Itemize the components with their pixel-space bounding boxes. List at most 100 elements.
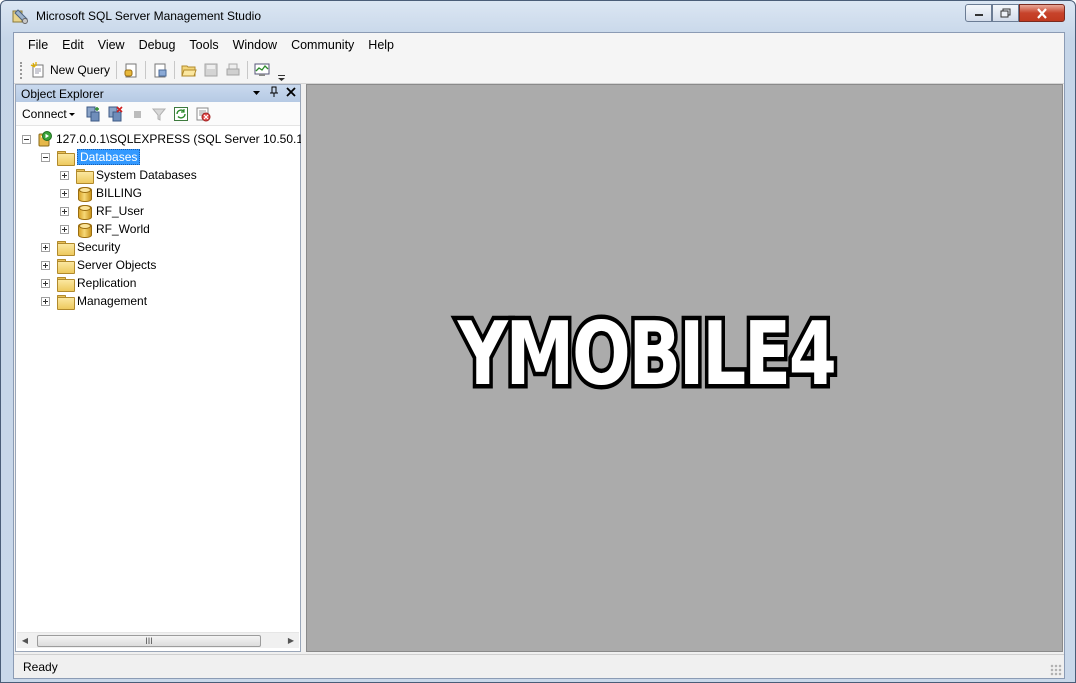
status-bar: Ready: [14, 654, 1064, 678]
menu-help[interactable]: Help: [361, 36, 401, 54]
toolbar-separator: [247, 61, 249, 79]
filter-icon[interactable]: [151, 106, 167, 122]
pin-icon: [269, 86, 278, 97]
tree-node-system-databases[interactable]: System Databases: [60, 166, 197, 184]
refresh-icon[interactable]: [173, 106, 189, 122]
client-area: File Edit View Debug Tools Window Commun…: [13, 32, 1065, 679]
window-controls: [965, 4, 1065, 22]
databases-label: Databases: [77, 149, 141, 165]
open-file-icon: [181, 65, 197, 77]
tree-node-security[interactable]: Security: [41, 238, 120, 256]
stop-icon[interactable]: [129, 106, 145, 122]
tree-node-db-billing[interactable]: BILLING: [60, 184, 142, 202]
menu-file[interactable]: File: [21, 36, 55, 54]
toolbar-separator: [145, 61, 147, 79]
database-engine-query-icon: [124, 63, 137, 78]
toolbar-separator: [174, 61, 176, 79]
tree-node-server-objects[interactable]: Server Objects: [41, 256, 156, 274]
expand-toggle[interactable]: [60, 170, 69, 180]
connect-dropdown[interactable]: Connect: [22, 107, 67, 121]
object-explorer-tree: 127.0.0.1\SQLEXPRESS (SQL Server 10.50.1…: [16, 126, 323, 631]
auto-hide-button[interactable]: [267, 86, 280, 100]
scroll-right-arrow-icon[interactable]: ▶: [285, 635, 297, 647]
db-rf-user-label: RF_User: [96, 204, 145, 218]
tree-node-management[interactable]: Management: [41, 292, 147, 310]
restore-icon: [1000, 8, 1011, 18]
panel-header-buttons: [250, 86, 297, 100]
folder-icon: [57, 150, 75, 166]
menu-community[interactable]: Community: [284, 36, 361, 54]
expand-toggle[interactable]: [41, 242, 50, 252]
save-button[interactable]: [200, 60, 222, 81]
menu-view[interactable]: View: [91, 36, 132, 54]
scrollbar-thumb[interactable]: III: [37, 635, 261, 647]
tree-node-replication[interactable]: Replication: [41, 274, 136, 292]
new-query-button[interactable]: New Query: [27, 60, 113, 81]
analysis-query-icon: [154, 63, 167, 78]
standard-toolbar: New Query: [14, 57, 1064, 84]
expand-toggle[interactable]: [41, 260, 50, 270]
minimize-icon: [974, 14, 983, 16]
folder-icon: [76, 168, 94, 184]
expand-toggle[interactable]: [41, 278, 50, 288]
close-button[interactable]: [1019, 4, 1065, 22]
application-window: Microsoft SQL Server Management Studio F…: [0, 0, 1076, 683]
folder-icon: [57, 240, 75, 256]
toolbar-overflow-button[interactable]: [276, 60, 286, 81]
tree-node-db-rf-world[interactable]: RF_World: [60, 220, 150, 238]
window-title: Microsoft SQL Server Management Studio: [36, 9, 261, 23]
toolbar-grip[interactable]: [20, 61, 23, 79]
tree-node-databases[interactable]: Databases: [41, 148, 141, 166]
object-explorer-toolbar: Connect: [16, 102, 300, 126]
close-panel-button[interactable]: [284, 86, 297, 100]
management-label: Management: [77, 294, 148, 308]
close-icon: [1037, 7, 1047, 19]
new-query-icon: [30, 62, 44, 78]
connect-server-icon[interactable]: [85, 106, 101, 122]
expand-toggle[interactable]: [60, 224, 69, 234]
collapse-toggle[interactable]: [41, 152, 50, 162]
window-position-button[interactable]: [250, 86, 263, 100]
analysis-query-button[interactable]: [149, 60, 171, 81]
maximize-button[interactable]: [992, 4, 1019, 22]
object-explorer-header[interactable]: Object Explorer: [16, 85, 300, 102]
menu-window[interactable]: Window: [226, 36, 284, 54]
activity-monitor-button[interactable]: [251, 60, 273, 81]
folder-icon: [57, 294, 75, 310]
database-icon: [78, 222, 92, 238]
toolbar-separator: [116, 61, 118, 79]
object-explorer-panel: Object Explorer Connect 127.0.0.1\SQLEXP…: [15, 84, 323, 652]
dropdown-arrow-icon[interactable]: [68, 110, 76, 118]
title-bar[interactable]: Microsoft SQL Server Management Studio: [1, 1, 1075, 31]
open-file-button[interactable]: [178, 60, 200, 81]
db-billing-label: BILLING: [96, 186, 143, 200]
menu-debug[interactable]: Debug: [132, 36, 183, 54]
activity-monitor-icon: [254, 63, 270, 76]
menu-tools[interactable]: Tools: [182, 36, 225, 54]
ssms-app-icon: [12, 9, 28, 24]
collapse-toggle[interactable]: [22, 134, 31, 144]
close-icon: [285, 87, 296, 97]
dropdown-arrow-icon: [253, 91, 260, 95]
disconnect-server-icon[interactable]: [107, 105, 123, 122]
horizontal-scrollbar[interactable]: ◀ III ▶: [17, 632, 299, 648]
server-connected-icon: [38, 131, 52, 147]
expand-toggle[interactable]: [60, 206, 69, 216]
tree-node-db-rf-user[interactable]: RF_User: [60, 202, 144, 220]
scroll-left-arrow-icon[interactable]: ◀: [19, 635, 31, 647]
expand-toggle[interactable]: [60, 188, 69, 198]
minimize-button[interactable]: [965, 4, 992, 22]
server-name-label: 127.0.0.1\SQLEXPRESS (SQL Server 10.50.1…: [56, 132, 324, 146]
watermark-text: YMOBILE4: [457, 303, 834, 405]
database-engine-query-button[interactable]: [120, 60, 142, 81]
menu-bar: File Edit View Debug Tools Window Commun…: [14, 33, 1064, 57]
menu-edit[interactable]: Edit: [55, 36, 91, 54]
folder-icon: [57, 258, 75, 274]
resize-grip-icon[interactable]: [1050, 664, 1062, 676]
tree-node-server[interactable]: 127.0.0.1\SQLEXPRESS (SQL Server 10.50.1…: [22, 130, 323, 148]
object-explorer-title: Object Explorer: [21, 86, 104, 101]
print-button[interactable]: [222, 60, 244, 81]
reports-icon[interactable]: [195, 106, 211, 122]
expand-toggle[interactable]: [41, 296, 50, 306]
chevron-down-icon: [277, 74, 285, 81]
